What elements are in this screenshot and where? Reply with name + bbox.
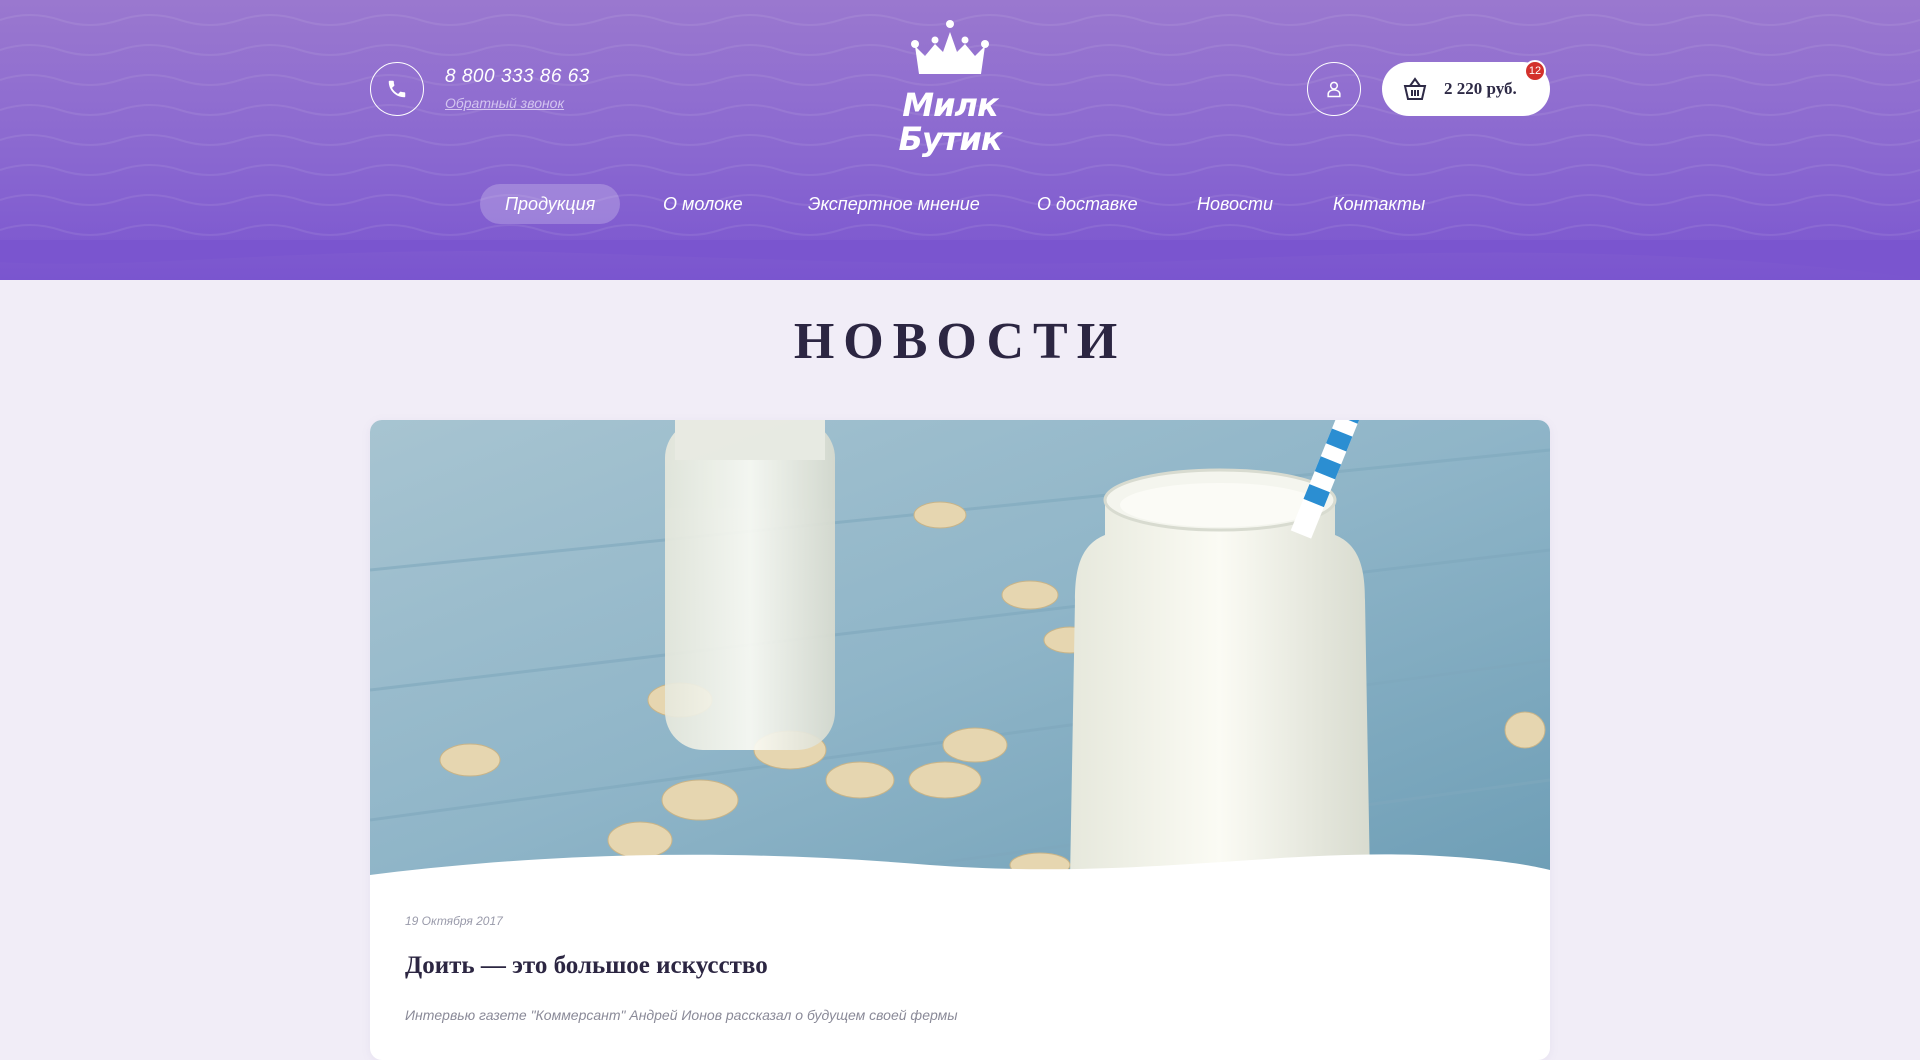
news-card[interactable]: 19 Октября 2017 Доить — это большое иску… [370,420,1550,1060]
account-button[interactable] [1307,62,1361,116]
phone-button[interactable] [370,62,424,116]
logo-text-line1: Милк [902,86,998,124]
nav-item-delivery[interactable]: О доставке [1037,184,1138,224]
main-nav: Продукция О молоке Экспертное мнение О д… [0,184,1920,224]
page-title: НОВОСТИ [793,313,1127,370]
site-logo[interactable]: Милк Бутик [895,18,1005,158]
news-date: 19 Октября 2017 [405,914,503,928]
nav-item-expert-opinion[interactable]: Экспертное мнение [808,184,980,224]
news-excerpt: Интервью газете "Коммерсант" Андрей Ионо… [405,1007,958,1023]
cart-count-badge: 12 [1524,60,1546,82]
callback-link[interactable]: Обратный звонок [445,95,564,111]
phone-icon [388,80,406,98]
basket-icon [1403,77,1427,100]
cart-total: 2 220 руб. [1444,79,1517,98]
user-icon [1327,81,1341,98]
news-image[interactable] [370,420,1550,880]
news-title[interactable]: Доить — это большое искусство [405,952,768,980]
logo-text-line2: Бутик [898,120,1003,158]
nav-item-news[interactable]: Новости [1197,184,1273,224]
phone-number[interactable]: 8 800 333 86 63 [445,66,590,88]
nav-item-products[interactable]: Продукция [480,184,621,224]
header-wave-edge [0,240,1920,278]
nav-item-contacts[interactable]: Контакты [1333,184,1425,224]
site-header: 8 800 333 86 63 Обратный звонок Милк Бут… [0,0,1920,280]
nav-item-about-milk[interactable]: О молоке [663,184,743,224]
cart-button[interactable]: 2 220 руб. 12 [1382,60,1550,116]
crown-icon [911,20,989,74]
